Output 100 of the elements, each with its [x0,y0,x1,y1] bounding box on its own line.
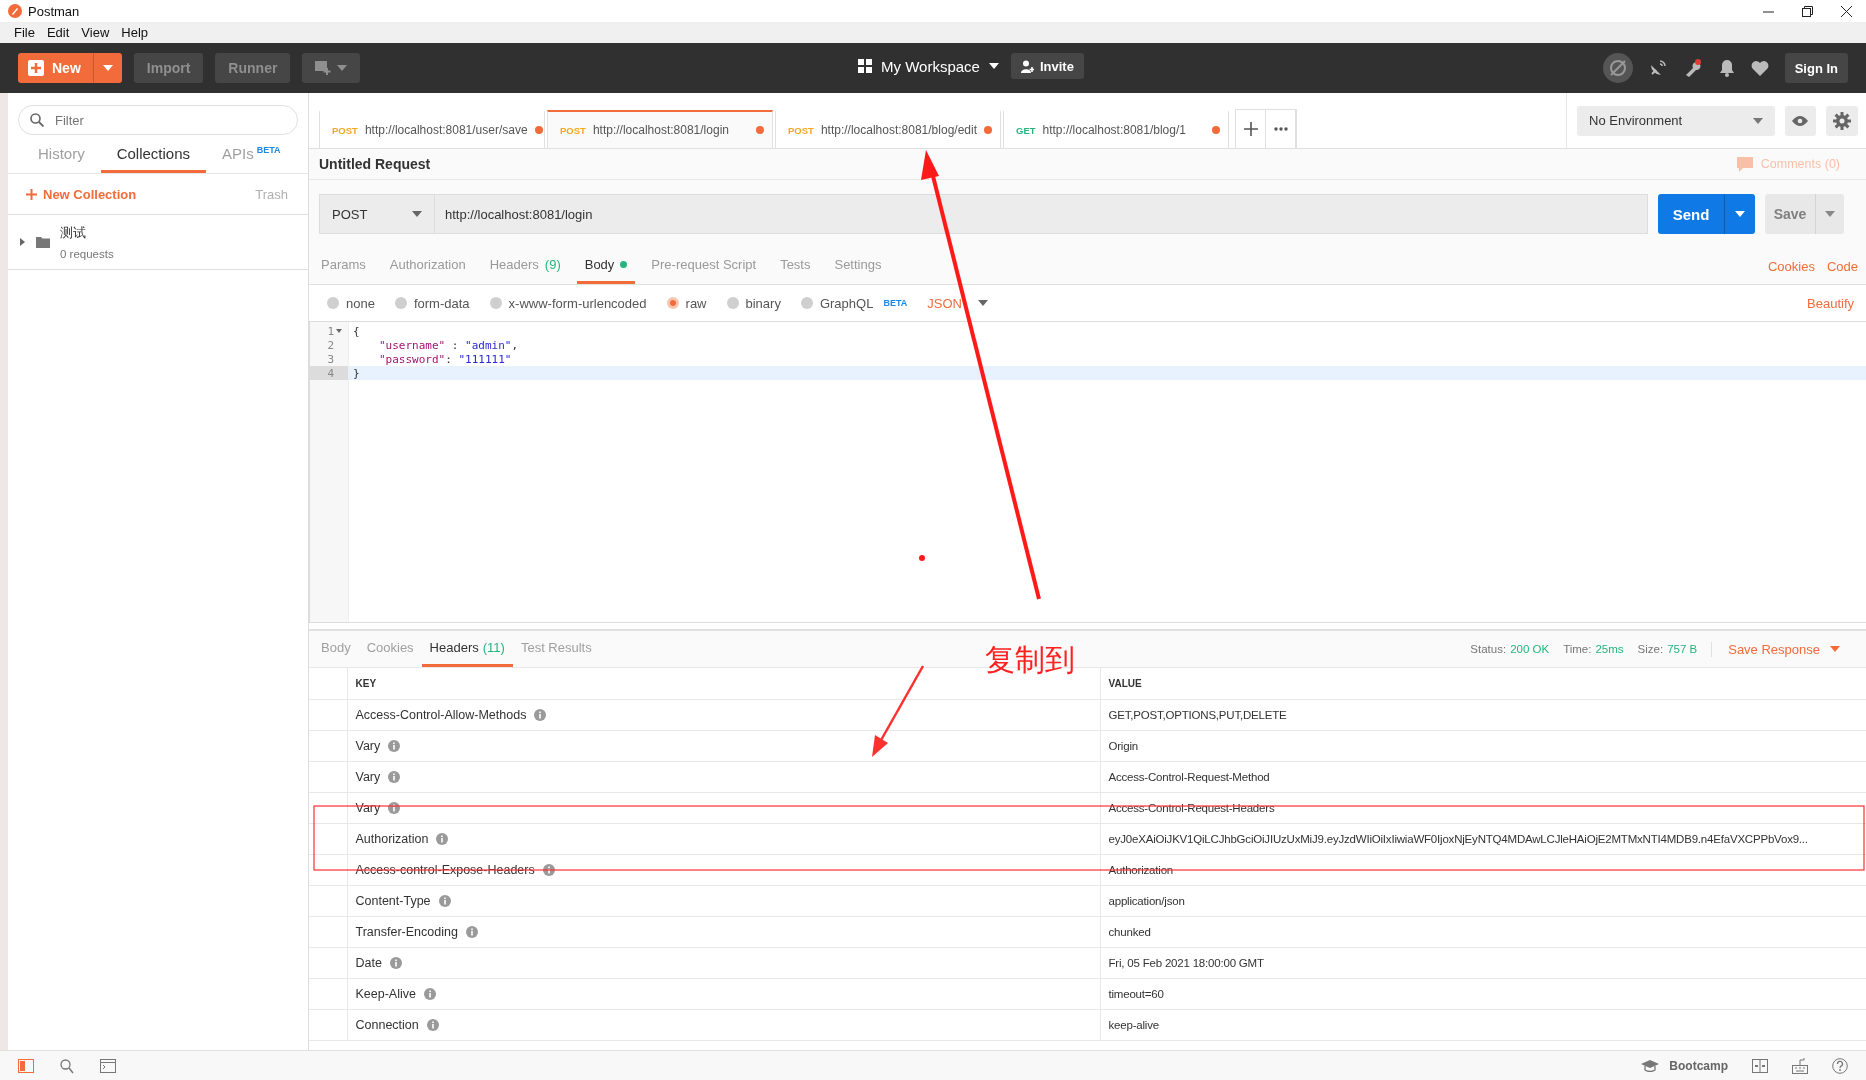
window-plus-icon [315,61,332,75]
folder-icon [36,236,50,248]
header-value: chunked [1108,926,1151,938]
collection-name[interactable]: 测试 [60,224,114,242]
eye-button[interactable] [1784,105,1817,136]
window-title: Postman [28,3,80,19]
gear-icon [1833,111,1852,130]
header-key: Connection [355,1018,419,1032]
header-key: Vary [355,739,381,753]
code-line: "username" : "admin", [379,338,519,352]
comment-icon [1736,156,1753,172]
environment-dropdown[interactable]: No Environment [1577,105,1775,136]
header-value: Fri, 05 Feb 2021 18:00:00 GMT [1108,957,1264,969]
settings-button[interactable] [1826,105,1858,136]
caret-icon [1735,211,1745,217]
search-field[interactable]: Filter [18,105,298,135]
header-key: Transfer-Encoding [355,925,458,939]
caret-icon [337,65,348,71]
header-value: eyJ0eXAiOiJKV1QiLCJhbGciOiJIUzUxMiJ9.eyJzdWIiOiIxIiwiaWF0IjoxNjEyNTQ4MDAwLCJleHAiOjE2MTMxNTI4MDB9.n4EfaVXCPPbVox9... [1108,833,1808,845]
sidebar-tab[interactable]: Collections [100,137,207,173]
menu-item[interactable]: View [81,25,110,40]
app-logo-icon [8,4,22,18]
send-button[interactable]: Send [1658,194,1755,234]
request-tab[interactable]: POST http://localhost:8081/blog/edit [775,110,1001,148]
invite-button[interactable]: Invite [1010,53,1084,79]
body-type-radio[interactable]: GraphQL $^{BETA}$ [800,295,908,311]
annotation-text: 复制到 [985,641,1075,679]
request-tab[interactable]: POST http://localhost:8081/user/save [319,110,545,148]
status-label: Status: [1470,643,1507,655]
console-icon[interactable] [100,1059,116,1073]
fold-caret-icon[interactable] [336,329,342,333]
time-value: 25ms [1595,643,1624,655]
info-icon [542,864,555,876]
header-value: GET,POST,OPTIONS,PUT,DELETE [1108,709,1287,721]
satellite-icon[interactable] [1648,59,1667,77]
header-key: Vary [355,770,381,784]
info-icon [388,802,401,814]
info-icon [438,895,451,907]
code-line: "password": "111111" [379,352,512,366]
menu-item[interactable]: File [14,25,35,40]
new-window-button[interactable] [302,53,361,83]
sidebar-toggle-icon[interactable] [18,1059,34,1073]
time-label: Time: [1563,643,1592,655]
header-key: Keep-Alive [355,987,416,1001]
menu-item[interactable]: Help [121,25,149,40]
url-field[interactable]: http://localhost:8081/login [435,194,1648,234]
collection-meta: 0 requests [60,248,114,260]
graduation-cap-icon [1641,1060,1660,1072]
add-user-icon [1020,59,1034,73]
info-icon [426,1019,439,1031]
header-value: Origin [1108,740,1138,752]
sign-in-button[interactable]: Sign In [1784,53,1848,83]
caret-icon [102,65,113,71]
search-icon [30,113,44,127]
more-icon [1273,127,1288,131]
expand-caret-icon[interactable] [18,238,26,246]
header-key: Access-Control-Allow-Methods [355,708,527,722]
caret-icon [1825,211,1835,217]
restore-icon[interactable] [1802,5,1813,17]
sync-off-icon[interactable] [1602,53,1633,83]
info-icon [465,926,478,938]
request-tab[interactable]: POST http://localhost:8081/login [547,110,773,148]
sidebar-tab[interactable]: APIs $^{BETA}$ [206,137,297,173]
workspace-dropdown[interactable]: My Workspace [858,57,999,75]
code-editor[interactable]: 1 2 3 4 { "username" : "admin", "password": "111111" } [309,321,1866,623]
info-icon [388,771,401,783]
plus-icon [26,188,37,200]
request-tab[interactable]: GET http://localhost:8081/blog/1 [1003,110,1229,148]
heart-icon[interactable] [1750,60,1769,76]
caret-icon [988,63,999,69]
response-tab[interactable]: Headers (11) [421,631,513,667]
bootcamp-button[interactable]: Bootcamp [1641,1059,1728,1073]
keyboard-icon[interactable] [1792,1058,1808,1074]
caret-icon [1830,646,1840,652]
grid-icon [858,59,872,73]
header-key: Authorization [355,832,429,846]
search-icon[interactable] [60,1058,74,1074]
body-type-radio[interactable]: none [327,295,375,311]
line-number: 2 [327,338,334,352]
menu-item[interactable]: Edit [46,25,70,40]
info-icon [388,740,401,752]
close-icon[interactable] [1841,5,1852,17]
help-icon[interactable] [1832,1058,1848,1074]
header-value: application/json [1108,895,1185,907]
size-label: Size: [1637,643,1664,655]
method-dropdown[interactable]: POST [319,194,435,234]
header-value: Access-Control-Request-Method [1108,771,1270,783]
column-header: VALUE [1108,678,1142,689]
body-type-radio[interactable]: binary [726,295,781,311]
body-type-radio[interactable]: form-data [394,295,470,311]
request-title: Untitled Request [319,156,431,172]
line-number: 3 [327,352,334,366]
bell-icon[interactable] [1718,59,1735,77]
body-type-radio[interactable]: x-www-form-urlencoded [489,295,647,311]
code-line: { [353,324,360,338]
line-number: 1 [327,324,334,338]
annotation-dot [919,555,925,561]
two-pane-icon[interactable] [1752,1059,1768,1073]
header-value: keep-alive [1108,1019,1159,1031]
body-type-radio[interactable]: raw [666,295,707,311]
